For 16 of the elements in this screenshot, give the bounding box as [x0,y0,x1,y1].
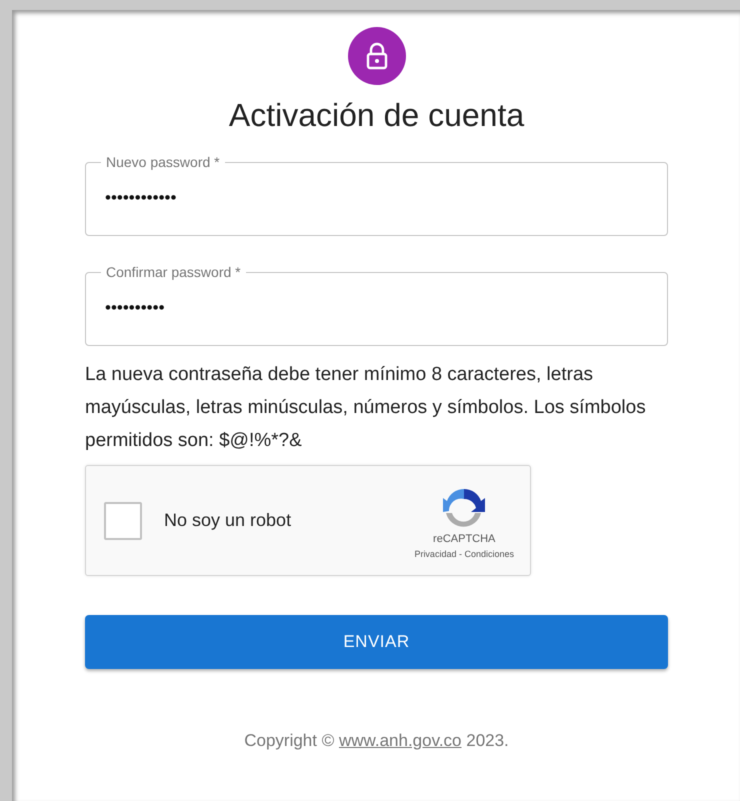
captcha-checkbox[interactable] [104,502,142,540]
captcha-brand: reCAPTCHA [433,532,496,544]
field-label: Confirmar password * [105,264,242,280]
password-value: •••••••••• [105,298,165,318]
password-field[interactable]: Confirmar password * •••••••••• [85,264,668,346]
password-field[interactable]: Nuevo password * •••••••••••• [85,154,668,236]
page-title: Activación de cuenta [228,97,526,134]
password-hint: La nueva contraseña debe tener mínimo 8 caracteres, letras mayúsculas, letras minúsculas, números y símbolos. Los símbolos permitidos son: $@!%*?& [85,363,647,453]
field-label: Nuevo password * [105,154,221,170]
captcha-links[interactable]: Privacidad - Condiciones [414,548,514,558]
copyright-text: Copyright © www.anh.gov.co 2023. [243,731,510,751]
submit-button[interactable]: ENVIAR [85,615,668,669]
lock-icon [366,42,388,70]
password-value: •••••••••••• [105,188,176,208]
captcha-label: No soy un robot [164,510,292,531]
website-link[interactable]: www.anh.gov.co [338,731,462,750]
